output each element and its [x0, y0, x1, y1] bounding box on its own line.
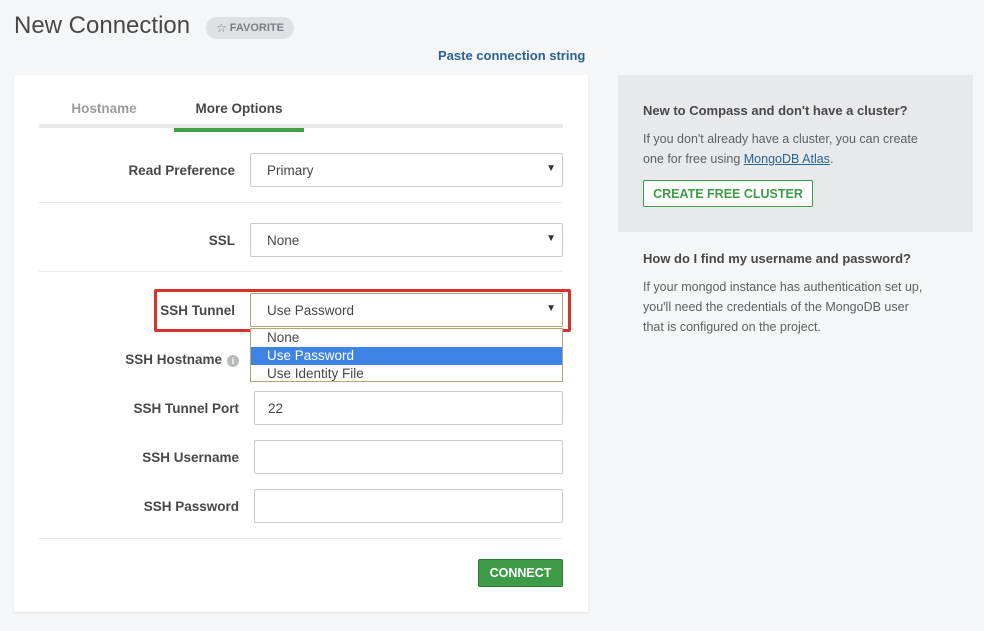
connection-form-card: Hostname More Options Read Preference Pr… [14, 75, 588, 612]
ssh-username-input[interactable] [254, 440, 563, 474]
dropdown-arrow-icon: ▼ [546, 233, 556, 244]
option-use-identity-file[interactable]: Use Identity File [251, 365, 562, 383]
connect-button[interactable]: CONNECT [478, 559, 563, 587]
cluster-help-line-1: If you don't already have a cluster, you… [643, 132, 918, 146]
star-icon: ☆ [216, 21, 227, 35]
favorite-button[interactable]: ☆ FAVORITE [206, 17, 294, 39]
read-preference-select[interactable]: Primary ▼ [250, 153, 563, 187]
ssh-hostname-label-text: SSH Hostname [125, 352, 222, 367]
connection-page: New Connection ☆ FAVORITE Paste connecti… [0, 0, 984, 631]
cluster-help-text: If you don't already have a cluster, you… [643, 129, 918, 169]
paste-connection-string-link[interactable]: Paste connection string [438, 48, 585, 63]
read-preference-value: Primary [267, 162, 314, 178]
favorite-label: FAVORITE [229, 22, 284, 34]
info-icon[interactable]: i [227, 355, 239, 367]
new-cluster-help-box: New to Compass and don't have a cluster?… [618, 75, 973, 232]
credentials-help-line-3: that is configured on the project. [643, 320, 821, 334]
create-free-cluster-button[interactable]: CREATE FREE CLUSTER [643, 180, 813, 207]
cluster-help-heading: New to Compass and don't have a cluster? [643, 103, 908, 118]
ssh-username-label: SSH Username [142, 450, 239, 465]
ssh-password-input[interactable] [254, 489, 563, 523]
credentials-help-heading: How do I find my username and password? [643, 251, 911, 266]
credentials-help-text: If your mongod instance has authenticati… [643, 277, 922, 337]
credentials-help-line-2: you'll need the credentials of the Mongo… [643, 300, 909, 314]
divider [39, 271, 563, 272]
ssh-tunnel-port-input[interactable]: 22 [254, 391, 563, 425]
page-title: New Connection [14, 12, 191, 39]
highlight-box [154, 289, 571, 332]
divider [39, 538, 563, 539]
option-none[interactable]: None [251, 329, 562, 347]
option-use-password[interactable]: Use Password [251, 347, 562, 365]
connection-tabs: Hostname More Options [39, 101, 563, 132]
ssl-select[interactable]: None ▼ [250, 223, 563, 257]
ssl-value: None [267, 232, 300, 248]
ssh-tunnel-port-label: SSH Tunnel Port [133, 401, 239, 416]
ssh-hostname-label: SSH Hostname i [39, 352, 239, 367]
credentials-help-line-1: If your mongod instance has authenticati… [643, 280, 923, 294]
mongodb-atlas-link[interactable]: MongoDB Atlas [744, 152, 830, 166]
divider [39, 202, 563, 203]
cluster-help-line-2: one for free using [643, 152, 744, 166]
ssh-tunnel-options-list: None Use Password Use Identity File [250, 328, 563, 382]
tab-more-options[interactable]: More Options [174, 101, 304, 132]
read-preference-label: Read Preference [128, 163, 235, 178]
dropdown-arrow-icon: ▼ [546, 163, 556, 174]
ssh-password-label: SSH Password [143, 499, 239, 514]
cluster-help-period: . [829, 152, 834, 166]
ssl-label: SSL [208, 233, 235, 248]
tab-hostname[interactable]: Hostname [49, 101, 159, 128]
